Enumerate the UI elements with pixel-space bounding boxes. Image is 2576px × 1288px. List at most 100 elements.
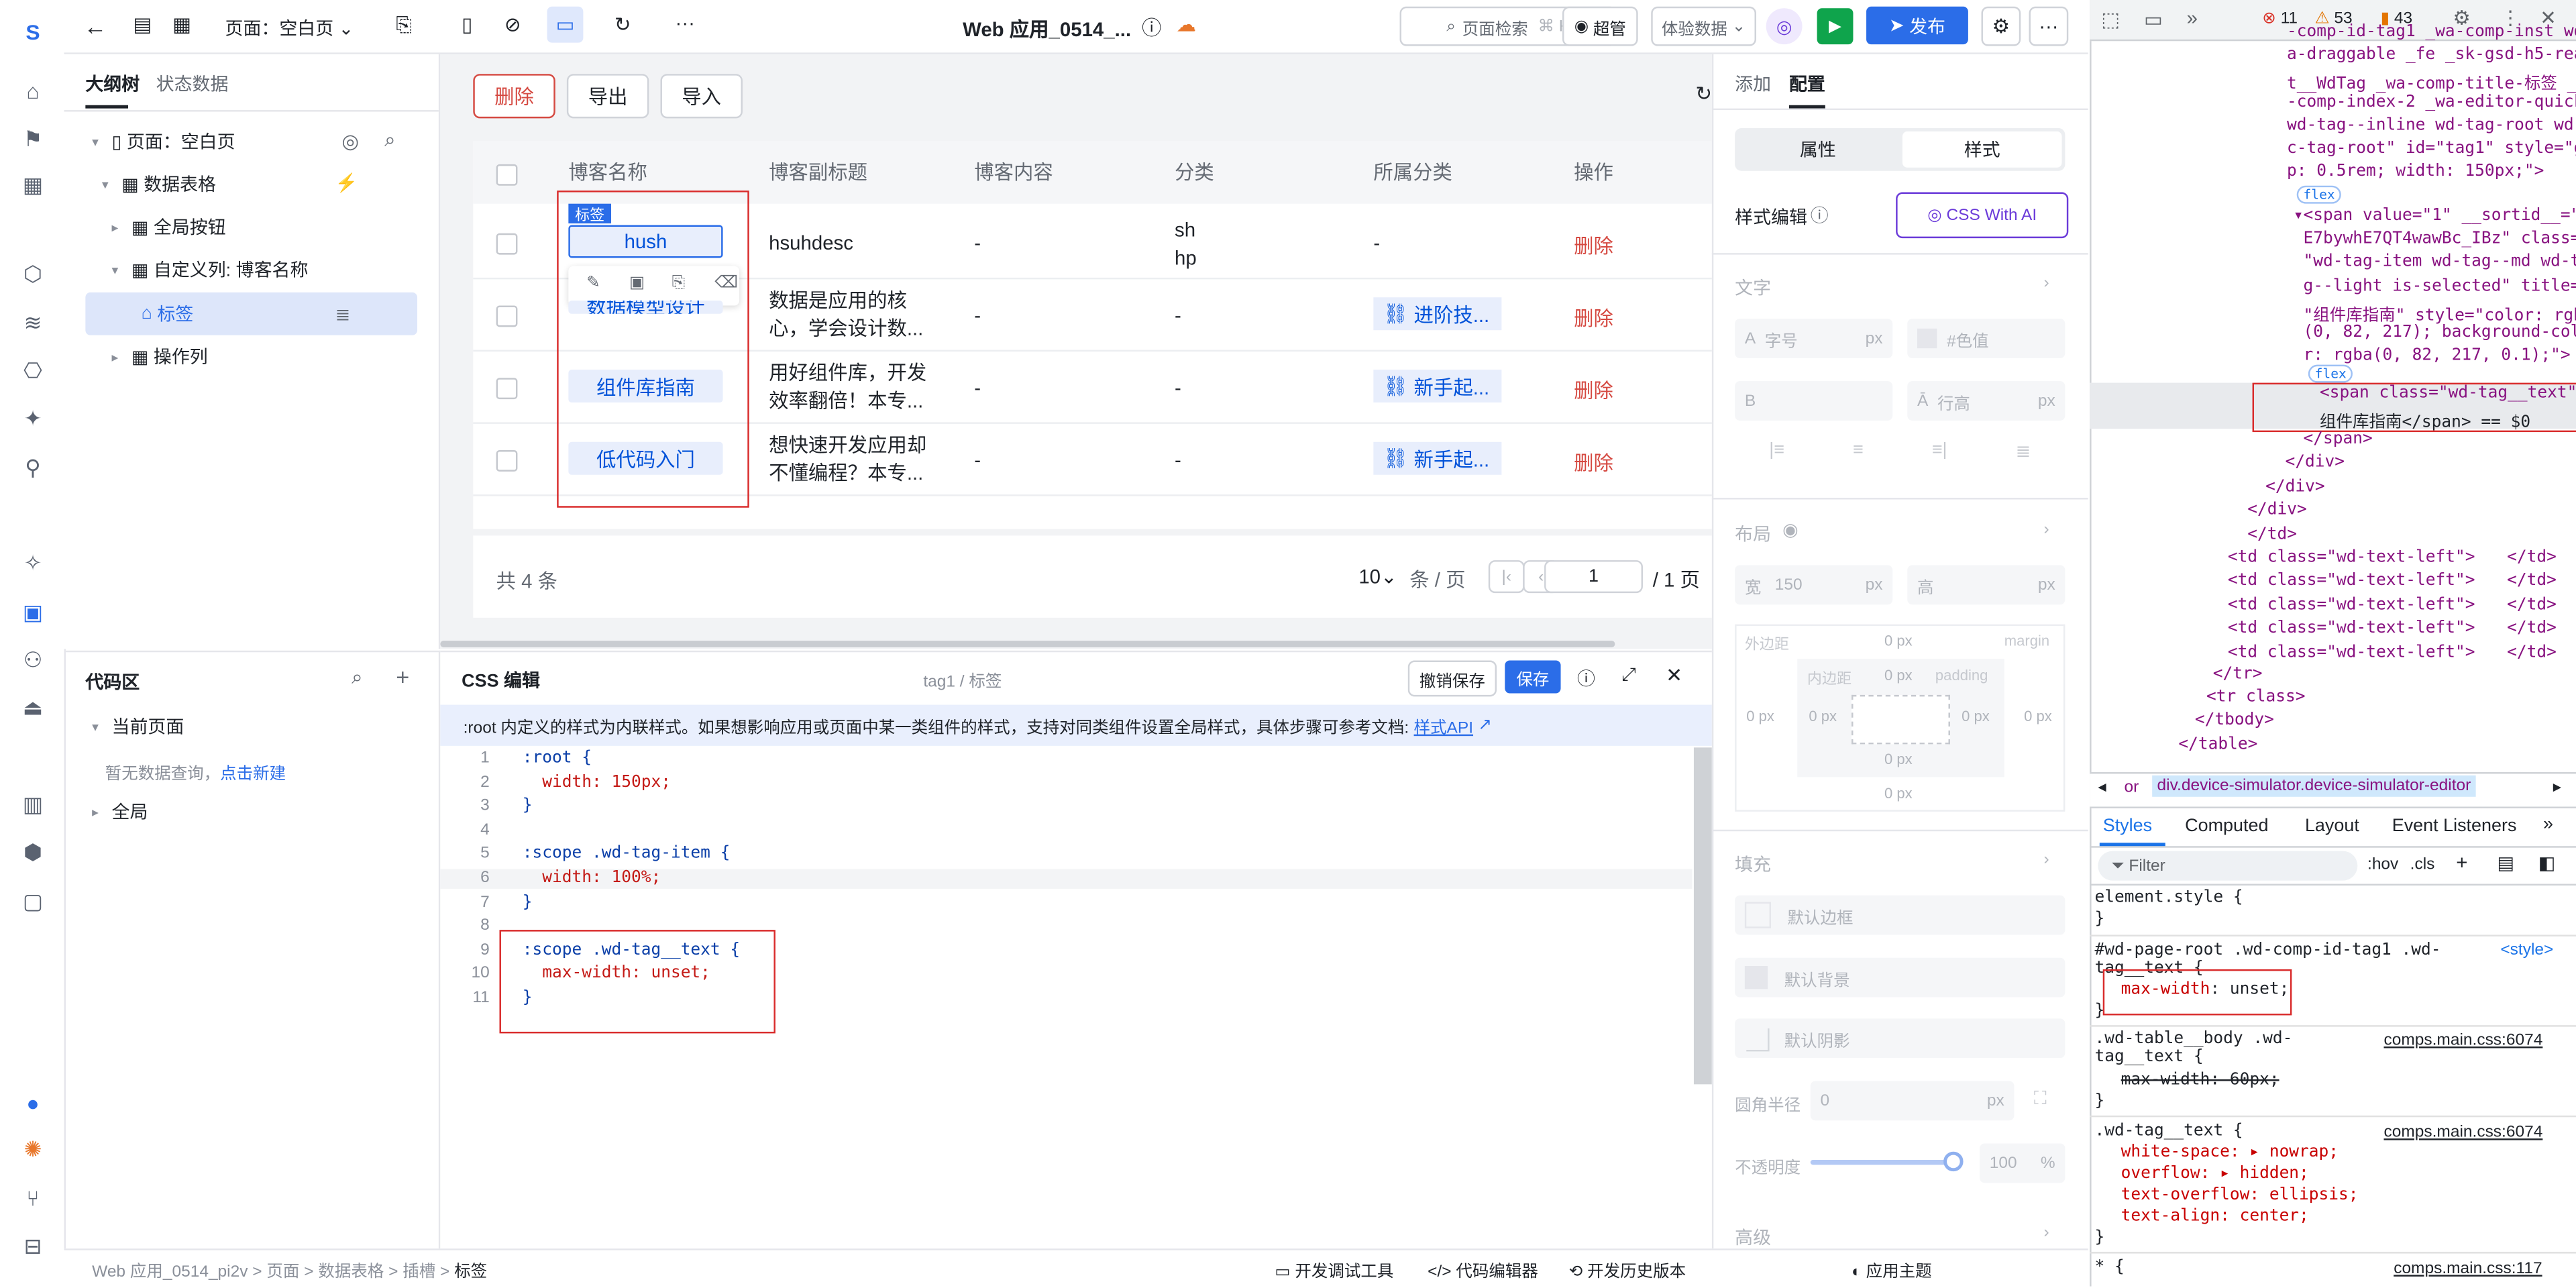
tab-styles[interactable]: Styles: [2103, 816, 2152, 836]
import-button[interactable]: 导入: [660, 74, 743, 119]
dom-line[interactable]: </tbody>: [2195, 711, 2274, 729]
rule-source[interactable]: comps.main.css:6074: [2383, 1124, 2542, 1142]
dom-line[interactable]: a-draggable _fe _sk-gsd-h5-read: [2287, 46, 2576, 64]
align-center-icon[interactable]: ≡: [1853, 440, 1864, 480]
cube-icon[interactable]: ⬢: [18, 838, 48, 867]
parent-link-pill[interactable]: ⛓ 新手起...: [1373, 370, 1502, 403]
dom-line-td[interactable]: <td class="wd-text-left">: [2228, 643, 2475, 661]
dom-line[interactable]: </div>: [2247, 501, 2306, 519]
lightning-icon[interactable]: ⚡: [335, 172, 358, 194]
margin-top[interactable]: 0 px: [1884, 633, 1913, 649]
code-editor-link[interactable]: </> 代码编辑器: [1428, 1256, 1538, 1281]
row-checkbox[interactable]: [496, 305, 518, 327]
padding-left[interactable]: 0 px: [1809, 708, 1837, 724]
align-justify-icon[interactable]: ≣: [2016, 440, 2031, 480]
height-input[interactable]: 高 px: [1907, 565, 2065, 605]
publish-button[interactable]: ➤ 发布: [1866, 6, 1968, 45]
code-line[interactable]: }: [523, 893, 533, 911]
paint-icon[interactable]: ▤: [2497, 853, 2514, 873]
dom-line[interactable]: <tr class>: [2206, 688, 2305, 706]
eye-icon[interactable]: ◉: [1782, 519, 1799, 540]
line-height-input[interactable]: Ā 行高 px: [1907, 381, 2065, 421]
horizontal-scrollbar[interactable]: [440, 641, 1615, 647]
more-tabs-icon[interactable]: »: [2543, 815, 2553, 835]
css-ai-button[interactable]: ◎ CSS With AI: [1896, 192, 2069, 239]
branch-icon[interactable]: ⑂: [18, 1183, 48, 1212]
export-button[interactable]: 导出: [566, 74, 649, 119]
dom-line[interactable]: "wd-tag-item wd-tag--md wd-t: [2303, 254, 2576, 272]
parent-link-pill[interactable]: ⛓ 进阶技...: [1373, 297, 1502, 331]
chevron-right-icon[interactable]: ›: [2044, 274, 2049, 292]
target-icon[interactable]: ◎: [341, 129, 359, 152]
delete-button[interactable]: 删除: [473, 74, 555, 119]
undo-save-button[interactable]: 撤销保存: [1407, 660, 1497, 697]
expand-icon[interactable]: ⤢: [1621, 665, 1636, 687]
plus-icon[interactable]: +: [2456, 851, 2467, 874]
align-left-icon[interactable]: |≡: [1769, 440, 1784, 480]
plugin-icon[interactable]: ⚲: [18, 453, 48, 483]
ai-icon[interactable]: ✦: [18, 404, 48, 433]
add-page-icon[interactable]: ⎘: [396, 13, 412, 38]
code-line[interactable]: width: 150px;: [523, 773, 671, 791]
margin-left[interactable]: 0 px: [1746, 708, 1774, 724]
desktop-icon[interactable]: ▭: [547, 6, 584, 43]
info-icon[interactable]: ⓘ: [1142, 13, 1161, 42]
dom-line[interactable]: wd-tag--inline wd-tag-root wd-: [2287, 116, 2576, 134]
shadow-option[interactable]: 默认阴影: [1735, 1018, 2065, 1059]
dom-line[interactable]: -comp-index-2 _wa-editor-quick: [2287, 93, 2576, 111]
chevron-right-icon[interactable]: ›: [2044, 851, 2049, 869]
flow-icon[interactable]: ⚑: [18, 125, 48, 154]
inspect-icon[interactable]: ⬚: [2101, 8, 2120, 31]
align-right-icon[interactable]: ≡|: [1932, 440, 1947, 480]
device-icon[interactable]: ▭: [2144, 8, 2163, 31]
tab-add[interactable]: 添加: [1735, 70, 1771, 97]
dom-line[interactable]: </span>: [2303, 431, 2372, 449]
user-icon[interactable]: ●: [18, 1087, 48, 1117]
back-icon[interactable]: ←: [84, 13, 107, 40]
history-link[interactable]: ⟲ 开发历史版本: [1569, 1256, 1686, 1281]
tree-item-datatable[interactable]: ▾ ▦ 数据表格: [102, 164, 216, 204]
row-checkbox[interactable]: [496, 378, 518, 400]
flex-badge[interactable]: flex: [2296, 185, 2342, 204]
padding-top[interactable]: 0 px: [1884, 667, 1913, 683]
dom-line[interactable]: r: rgba(0, 82, 217, 0.1);">: [2303, 347, 2570, 365]
crumb[interactable]: 页面: [266, 1263, 299, 1281]
rule-source[interactable]: comps.main.css:117: [2394, 1260, 2542, 1278]
home-icon[interactable]: ⌂: [18, 76, 48, 105]
database-icon[interactable]: ≋: [18, 309, 48, 338]
search-icon[interactable]: ⌕: [384, 128, 395, 153]
opacity-slider[interactable]: [1810, 1159, 1955, 1165]
exp-data-select[interactable]: 体验数据 ⌄: [1651, 6, 1756, 46]
font-size-input[interactable]: A 字号 px: [1735, 319, 1893, 358]
dom-line-td-close[interactable]: </td>: [2507, 643, 2557, 661]
dom-line-td-close[interactable]: </td>: [2507, 572, 2557, 590]
dom-line-td[interactable]: <td class="wd-text-left">: [2228, 549, 2475, 567]
margin-right[interactable]: 0 px: [2024, 708, 2052, 724]
dom-line[interactable]: </div>: [2265, 478, 2324, 496]
refresh-icon[interactable]: ↻: [1695, 82, 1712, 105]
page-size-select[interactable]: 10⌄: [1358, 565, 1397, 588]
dom-line[interactable]: p: 0.5rem; width: 150px;">: [2287, 163, 2544, 181]
chevron-right-icon[interactable]: ›: [2044, 521, 2049, 539]
dom-line[interactable]: E7bywhE7QT4wawBc_IBz" class=: [2303, 230, 2576, 248]
layers-icon[interactable]: ≣: [335, 304, 351, 325]
border-option[interactable]: 默认边框: [1735, 895, 2065, 935]
hov-toggle[interactable]: :hov: [2367, 856, 2398, 874]
path-prefix[interactable]: or: [2125, 779, 2139, 797]
code-line[interactable]: width: 100%;: [523, 869, 661, 888]
preview-button[interactable]: ▶: [1817, 8, 1854, 45]
dev-tools-link[interactable]: ▭ 开发调试工具: [1275, 1256, 1393, 1281]
code-line[interactable]: :scope .wd-tag-item {: [523, 845, 731, 863]
rule-source[interactable]: <style>: [2500, 941, 2553, 959]
save-button[interactable]: 保存: [1505, 660, 1561, 694]
more-tabs-icon[interactable]: »: [2187, 7, 2198, 30]
dom-line[interactable]: </td>: [2247, 525, 2297, 543]
sparkle-icon[interactable]: ✧: [18, 549, 48, 578]
users-icon[interactable]: ⚇: [18, 645, 48, 675]
parent-link-pill[interactable]: ⛓ 新手起...: [1373, 441, 1502, 475]
dom-line[interactable]: </div>: [2286, 454, 2345, 472]
crumb[interactable]: 插槽: [402, 1263, 435, 1281]
path-current[interactable]: div.device-simulator.device-simulator-ed…: [2152, 775, 2476, 797]
sidebar-icon[interactable]: ◧: [2538, 853, 2555, 873]
segment-props[interactable]: 属性: [1738, 131, 1898, 168]
